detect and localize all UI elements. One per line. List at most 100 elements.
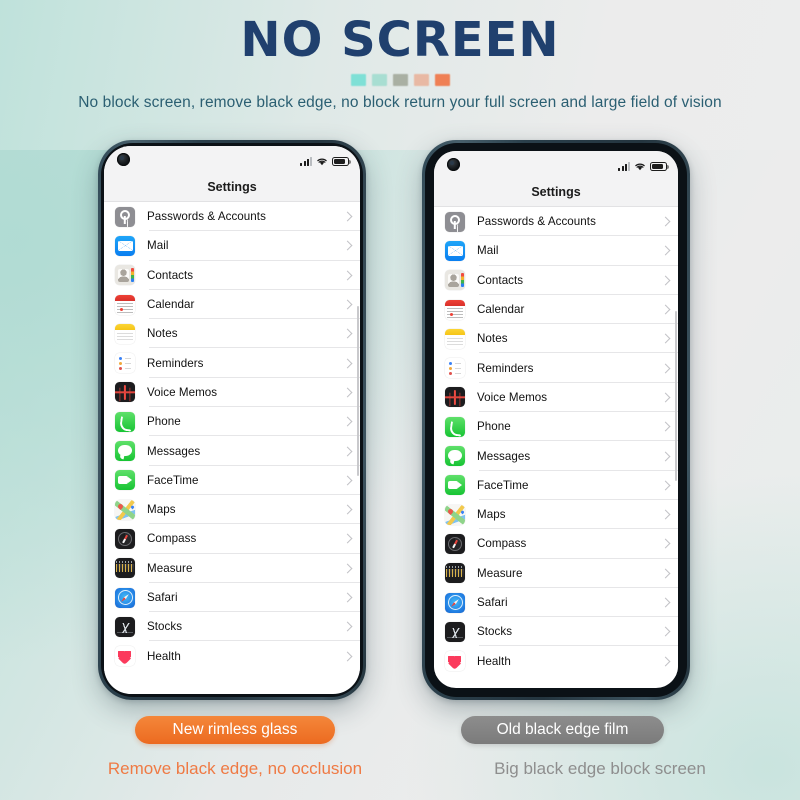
settings-row[interactable]: FaceTime (434, 471, 678, 500)
settings-row[interactable]: Voice Memos (434, 383, 678, 413)
settings-row[interactable]: FaceTime (104, 466, 360, 495)
maps-icon (115, 499, 135, 520)
settings-row-label: Messages (477, 449, 531, 463)
color-swatch-5 (434, 74, 450, 86)
chevron-right-icon (342, 651, 353, 662)
page-subtitle: No block screen, remove black edge, no b… (78, 94, 722, 111)
battery-icon (650, 162, 670, 171)
chevron-right-icon (342, 240, 353, 251)
settings-row[interactable]: Calendar (104, 290, 360, 320)
screen-title: Settings (104, 173, 360, 202)
passwords-icon (115, 206, 135, 227)
settings-row-label: Stocks (477, 625, 513, 639)
settings-row[interactable]: Mail (434, 236, 678, 266)
settings-row-label: Safari (477, 596, 508, 609)
settings-row[interactable]: Health (104, 641, 360, 670)
chevron-right-icon (660, 275, 671, 286)
settings-row[interactable]: Phone (104, 407, 360, 437)
settings-row-label: FaceTime (147, 473, 199, 487)
settings-list: Passwords & Accounts Mail Contacts Calendar… (104, 202, 360, 671)
settings-row-label: Safari (147, 591, 178, 604)
settings-row-label: Compass (147, 532, 197, 546)
reminders-icon (445, 358, 465, 379)
settings-row[interactable]: Passwords & Accounts (434, 207, 678, 237)
settings-row[interactable]: Notes (434, 324, 678, 354)
chevron-right-icon (342, 563, 353, 574)
settings-row[interactable]: Measure (104, 554, 360, 583)
settings-row[interactable]: Maps (434, 500, 678, 530)
chevron-right-icon (342, 533, 353, 544)
old-product-badge: Old black edge film (461, 716, 664, 744)
header: NO SCREEN No block screen, remove black … (0, 0, 800, 130)
settings-row-label: Mail (477, 244, 499, 258)
new-product-caption: Remove black edge, no occlusion (107, 759, 363, 778)
chevron-right-icon (342, 211, 353, 222)
scrollbar[interactable] (674, 311, 677, 481)
stocks-icon (115, 616, 135, 637)
settings-row-label: Calendar (147, 298, 195, 312)
settings-row[interactable]: Contacts (434, 266, 678, 295)
settings-row[interactable]: Phone (434, 412, 678, 442)
color-swatch-2 (371, 74, 387, 86)
settings-row[interactable]: Reminders (434, 353, 678, 383)
chevron-right-icon (342, 475, 353, 486)
facetime-icon (445, 475, 465, 496)
signal-bars-icon (300, 157, 312, 166)
phone-screen: Settings Passwords & Accounts Mail Contact… (434, 151, 678, 688)
settings-row[interactable]: Contacts (104, 261, 360, 290)
health-icon (115, 646, 135, 667)
settings-row-label: Notes (477, 332, 508, 346)
settings-row[interactable]: Stocks (104, 612, 360, 642)
chevron-right-icon (660, 451, 671, 461)
calendar-icon (115, 294, 135, 315)
compass-icon (445, 533, 465, 554)
chevron-right-icon (660, 304, 671, 315)
chevron-right-icon (342, 446, 353, 456)
calendar-dot-icon (120, 307, 123, 311)
settings-row-label: Calendar (477, 303, 525, 317)
chevron-right-icon (660, 333, 671, 344)
settings-row[interactable]: Safari (434, 588, 678, 618)
passwords-icon (445, 211, 465, 232)
scrollbar[interactable] (356, 306, 359, 476)
settings-row[interactable]: Compass (434, 529, 678, 559)
settings-row[interactable]: Safari (104, 583, 360, 613)
notes-icon (115, 323, 135, 344)
settings-row[interactable]: Voice Memos (104, 378, 360, 408)
settings-row[interactable]: Passwords & Accounts (104, 202, 360, 232)
chevron-right-icon (660, 626, 671, 637)
settings-row-label: Phone (147, 415, 181, 429)
settings-row[interactable]: Health (434, 646, 678, 675)
chevron-right-icon (660, 363, 671, 374)
settings-row-label: Stocks (147, 620, 183, 634)
facetime-icon (115, 470, 135, 491)
chevron-right-icon (660, 421, 671, 432)
settings-row[interactable]: Compass (104, 524, 360, 554)
settings-row[interactable]: Notes (104, 319, 360, 349)
chevron-right-icon (660, 216, 671, 227)
chevron-right-icon (342, 416, 353, 427)
signal-bars-icon (618, 162, 630, 171)
voice-memos-icon (445, 387, 465, 408)
battery-icon (332, 157, 352, 166)
settings-row[interactable]: Messages (104, 436, 360, 466)
chevron-right-icon (342, 504, 353, 515)
safari-icon (445, 592, 465, 613)
chevron-right-icon (660, 480, 671, 491)
messages-icon (115, 441, 135, 462)
settings-row[interactable]: Messages (434, 441, 678, 471)
compass-icon (115, 528, 135, 549)
new-product-badge: New rimless glass (135, 716, 335, 744)
chevron-right-icon (660, 245, 671, 256)
settings-row[interactable]: Mail (104, 231, 360, 261)
color-swatch-strip (0, 74, 800, 86)
health-icon (445, 651, 465, 672)
measure-icon (115, 558, 135, 579)
wifi-icon (317, 158, 327, 166)
settings-row[interactable]: Maps (104, 495, 360, 525)
settings-row[interactable]: Measure (434, 559, 678, 588)
settings-row[interactable]: Reminders (104, 348, 360, 378)
settings-row[interactable]: Calendar (434, 295, 678, 325)
settings-row[interactable]: Stocks (434, 617, 678, 647)
chevron-right-icon (660, 597, 671, 608)
